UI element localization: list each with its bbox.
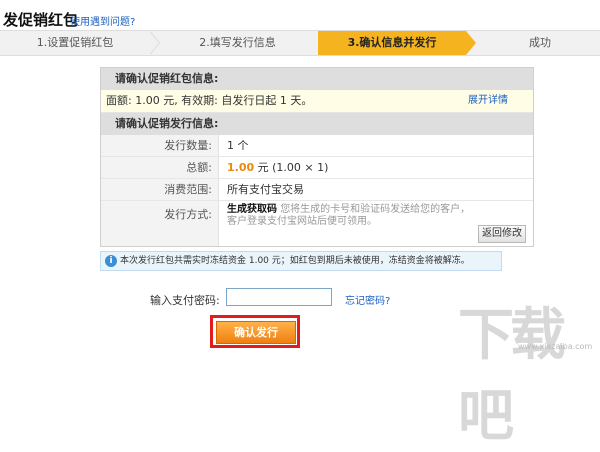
packet-info-row: 面额: 1.00 元, 有效期: 自发行日起 1 天。 展开详情 bbox=[101, 90, 533, 113]
row-label: 发行方式: bbox=[101, 201, 219, 246]
page-title: 发促销红包 bbox=[3, 11, 79, 29]
total-amount: 1.00 bbox=[227, 161, 255, 174]
confirm-panel: 请确认促销红包信息: 面额: 1.00 元, 有效期: 自发行日起 1 天。 展… bbox=[100, 67, 534, 247]
step-1: 1.设置促销红包 bbox=[36, 36, 114, 49]
packet-info-text: 面额: 1.00 元, 有效期: 自发行日起 1 天。 bbox=[106, 94, 313, 107]
highlight-frame: 确认发行 bbox=[210, 315, 300, 348]
forgot-password-link[interactable]: 忘记密码? bbox=[345, 292, 390, 307]
freeze-notice: i 本次发行红包共需实时冻结资金 1.00 元；如红包到期后未被使用，冻结资金将… bbox=[100, 251, 502, 271]
row-value: 所有支付宝交易 bbox=[227, 183, 304, 196]
back-edit-button[interactable]: 返回修改 bbox=[478, 225, 526, 243]
row-quantity: 发行数量: 1 个 bbox=[101, 135, 533, 157]
total-detail: 元 (1.00 × 1) bbox=[257, 161, 329, 174]
notice-text: 本次发行红包共需实时冻结资金 1.00 元；如红包到期后未被使用，冻结资金将被解… bbox=[120, 256, 470, 266]
step-2: 2.填写发行信息 bbox=[199, 36, 276, 49]
row-method: 发行方式: 生成获取码 您将生成的卡号和验证码发送给您的客户，客户登录支付宝网站… bbox=[101, 201, 533, 246]
row-label: 消费范围: bbox=[101, 179, 219, 200]
section-heading-packet: 请确认促销红包信息: bbox=[101, 68, 533, 90]
row-label: 发行数量: bbox=[101, 135, 219, 156]
step-4: 成功 bbox=[529, 36, 551, 49]
row-value: 1 个 bbox=[227, 139, 249, 152]
info-icon: i bbox=[105, 255, 117, 267]
row-label: 总额: bbox=[101, 157, 219, 178]
section-heading-issue: 请确认促销发行信息: bbox=[101, 113, 533, 135]
step-separator-icon bbox=[149, 31, 159, 55]
password-label: 输入支付密码: bbox=[150, 294, 220, 307]
step-progress-bar: 1.设置促销红包 2.填写发行信息 3.确认信息并发行 成功 bbox=[0, 30, 600, 56]
row-scope: 消费范围: 所有支付宝交易 bbox=[101, 179, 533, 201]
watermark-url: www.xiazaiba.com bbox=[518, 342, 593, 351]
row-total: 总额: 1.00 元 (1.00 × 1) bbox=[101, 157, 533, 179]
step-3-active: 3.确认信息并发行 bbox=[318, 31, 466, 55]
expand-details-link[interactable]: 展开详情 bbox=[468, 90, 508, 112]
help-link[interactable]: 使用遇到问题? bbox=[70, 13, 135, 28]
method-name: 生成获取码 bbox=[227, 204, 277, 215]
watermark-logo: 下载吧 bbox=[458, 303, 566, 449]
title-bar: 发促销红包 使用遇到问题? bbox=[0, 0, 600, 30]
step-separator-icon bbox=[466, 31, 476, 55]
payment-password-input[interactable] bbox=[226, 288, 332, 306]
confirm-issue-button[interactable]: 确认发行 bbox=[216, 321, 296, 344]
